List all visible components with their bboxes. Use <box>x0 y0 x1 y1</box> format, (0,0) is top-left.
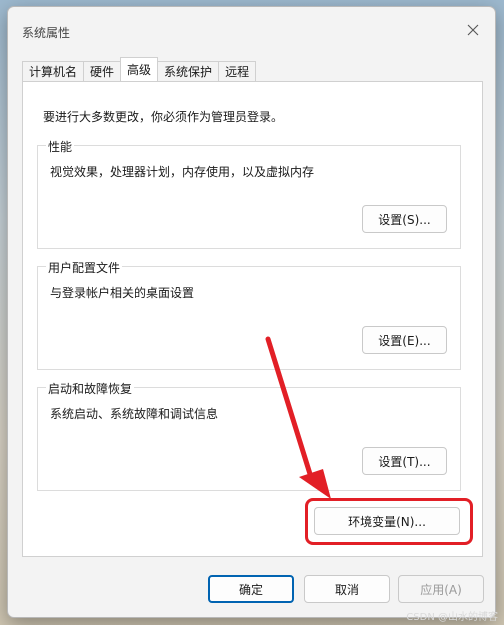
user-profiles-legend: 用户配置文件 <box>46 259 123 276</box>
performance-legend: 性能 <box>46 138 75 155</box>
tab-bar: 计算机名 硬件 高级 系统保护 远程 <box>22 57 257 81</box>
tab-computer-name[interactable]: 计算机名 <box>22 61 85 81</box>
user-profiles-group: 用户配置文件 与登录帐户相关的桌面设置 设置(E)... <box>37 259 461 370</box>
apply-button[interactable]: 应用(A) <box>398 575 484 603</box>
performance-group: 性能 视觉效果，处理器计划，内存使用，以及虚拟内存 设置(S)... <box>37 138 461 249</box>
user-profiles-settings-button[interactable]: 设置(E)... <box>362 326 447 354</box>
startup-recovery-legend: 启动和故障恢复 <box>46 380 135 397</box>
ok-button[interactable]: 确定 <box>208 575 294 603</box>
tab-remote[interactable]: 远程 <box>218 61 257 81</box>
close-button[interactable] <box>459 19 487 41</box>
performance-settings-button[interactable]: 设置(S)... <box>362 205 447 233</box>
startup-recovery-description: 系统启动、系统故障和调试信息 <box>50 407 219 421</box>
advanced-panel: 要进行大多数更改，你必须作为管理员登录。 性能 视觉效果，处理器计划，内存使用，… <box>22 81 483 557</box>
environment-variables-button[interactable]: 环境变量(N)... <box>314 507 460 535</box>
cancel-button[interactable]: 取消 <box>304 575 390 603</box>
close-icon <box>467 24 479 36</box>
startup-recovery-settings-button[interactable]: 设置(T)... <box>362 447 447 475</box>
tab-advanced[interactable]: 高级 <box>120 57 159 81</box>
startup-recovery-group: 启动和故障恢复 系统启动、系统故障和调试信息 设置(T)... <box>37 380 461 491</box>
system-properties-dialog: 系统属性 计算机名 硬件 高级 系统保护 远程 要进行大多数更改，你必须作为管理… <box>7 6 496 618</box>
watermark: CSDN @山水的博客 <box>406 612 498 623</box>
user-profiles-description: 与登录帐户相关的桌面设置 <box>50 286 195 300</box>
admin-note: 要进行大多数更改，你必须作为管理员登录。 <box>43 110 284 124</box>
tab-system-protection[interactable]: 系统保护 <box>157 61 220 81</box>
window-title: 系统属性 <box>22 26 71 40</box>
performance-description: 视觉效果，处理器计划，内存使用，以及虚拟内存 <box>50 165 315 179</box>
tab-hardware[interactable]: 硬件 <box>83 61 122 81</box>
